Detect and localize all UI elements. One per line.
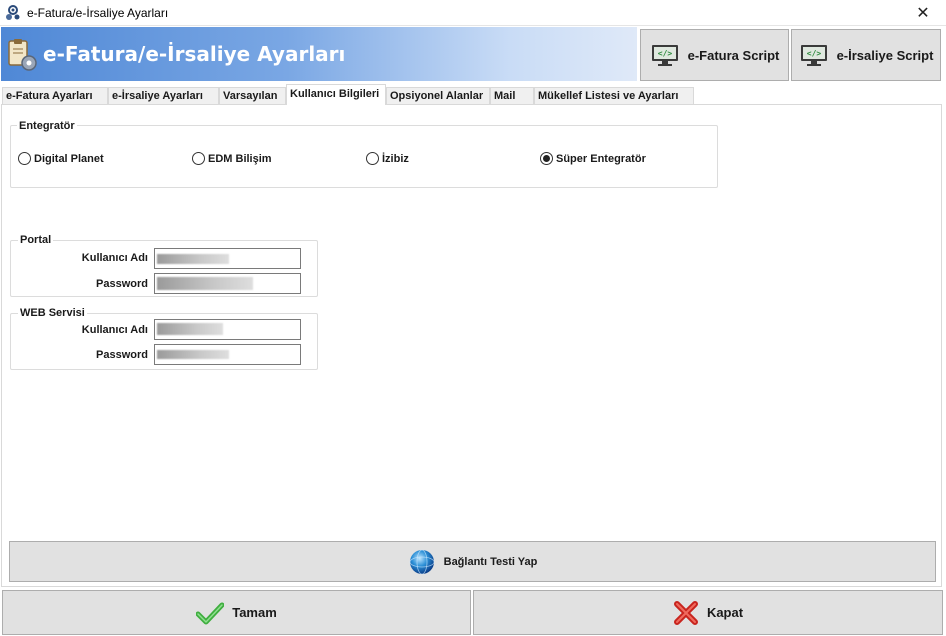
close-label: Kapat bbox=[706, 605, 744, 620]
radio-label: Süper Entegratör bbox=[556, 152, 646, 165]
tab-mail[interactable]: Mail bbox=[490, 87, 534, 105]
radio-izibiz[interactable]: İzibiz bbox=[366, 152, 409, 165]
portal-title: Portal bbox=[18, 234, 54, 246]
portal-password-label: Password bbox=[96, 278, 148, 290]
entegrator-title: Entegratör bbox=[17, 120, 77, 132]
portal-username-field[interactable] bbox=[154, 248, 301, 269]
eirsaliye-script-button[interactable]: </> e-İrsaliye Script bbox=[791, 29, 941, 81]
close-icon: ✕ bbox=[916, 5, 930, 22]
radio-super-entegrator[interactable]: Süper Entegratör bbox=[540, 152, 646, 165]
close-window-button[interactable]: ✕ bbox=[900, 0, 946, 26]
redacted-value bbox=[157, 254, 229, 264]
test-connection-label: Bağlantı Testi Yap bbox=[443, 555, 538, 568]
header-banner: e-Fatura/e-İrsaliye Ayarları bbox=[1, 27, 637, 81]
portal-username-label: Kullanıcı Adı bbox=[81, 252, 148, 264]
close-button[interactable]: Kapat bbox=[473, 590, 943, 635]
tab-strip: e-Fatura Ayarları e-İrsaliye Ayarları Va… bbox=[2, 84, 942, 105]
settings-clipboard-icon bbox=[8, 39, 37, 71]
red-x-icon bbox=[673, 600, 698, 625]
page-title: e-Fatura/e-İrsaliye Ayarları bbox=[43, 42, 346, 66]
code-monitor-icon: </> bbox=[800, 45, 827, 66]
redacted-value bbox=[157, 323, 223, 335]
tab-efatura-ayarlari[interactable]: e-Fatura Ayarları bbox=[2, 87, 108, 105]
radio-button[interactable] bbox=[192, 152, 205, 165]
tab-eirsaliye-ayarlari[interactable]: e-İrsaliye Ayarları bbox=[108, 87, 219, 105]
radio-label: Digital Planet bbox=[34, 152, 104, 165]
portal-password-field[interactable] bbox=[154, 273, 301, 294]
webservice-username-label: Kullanıcı Adı bbox=[81, 324, 148, 336]
tab-opsiyonel-alanlar[interactable]: Opsiyonel Alanlar bbox=[386, 87, 490, 105]
webservice-password-label: Password bbox=[96, 349, 148, 361]
efatura-script-button[interactable]: </> e-Fatura Script bbox=[640, 29, 789, 81]
radio-digital-planet[interactable]: Digital Planet bbox=[18, 152, 104, 165]
svg-text:</>: </> bbox=[806, 49, 821, 58]
redacted-value bbox=[157, 350, 229, 359]
radio-label: İzibiz bbox=[382, 152, 409, 165]
test-connection-button[interactable]: Bağlantı Testi Yap bbox=[9, 541, 936, 582]
window-title: e-Fatura/e-İrsaliye Ayarları bbox=[27, 6, 169, 20]
webservice-password-field[interactable] bbox=[154, 344, 301, 365]
radio-button[interactable] bbox=[366, 152, 379, 165]
tab-varsayilan[interactable]: Varsayılan bbox=[219, 87, 286, 105]
title-bar: e-Fatura/e-İrsaliye Ayarları ✕ bbox=[0, 0, 946, 26]
efatura-script-label: e-Fatura Script bbox=[687, 47, 780, 63]
radio-button-selected[interactable] bbox=[540, 152, 553, 165]
tab-mukellef-listesi[interactable]: Mükellef Listesi ve Ayarları bbox=[534, 87, 694, 105]
radio-label: EDM Bilişim bbox=[208, 152, 272, 165]
redacted-value bbox=[157, 277, 253, 290]
ok-label: Tamam bbox=[232, 605, 277, 620]
webservice-title: WEB Servisi bbox=[18, 307, 87, 319]
gear-icon bbox=[6, 5, 20, 20]
webservice-username-field[interactable] bbox=[154, 319, 301, 340]
radio-edm-bilisim[interactable]: EDM Bilişim bbox=[192, 152, 272, 165]
tab-kullanici-bilgileri[interactable]: Kullanıcı Bilgileri bbox=[286, 84, 386, 105]
globe-icon bbox=[409, 549, 435, 574]
radio-button[interactable] bbox=[18, 152, 31, 165]
ok-button[interactable]: Tamam bbox=[2, 590, 471, 635]
svg-text:</>: </> bbox=[657, 49, 672, 58]
checkmark-icon bbox=[196, 602, 225, 624]
code-monitor-icon: </> bbox=[651, 45, 678, 66]
eirsaliye-script-label: e-İrsaliye Script bbox=[836, 47, 934, 63]
